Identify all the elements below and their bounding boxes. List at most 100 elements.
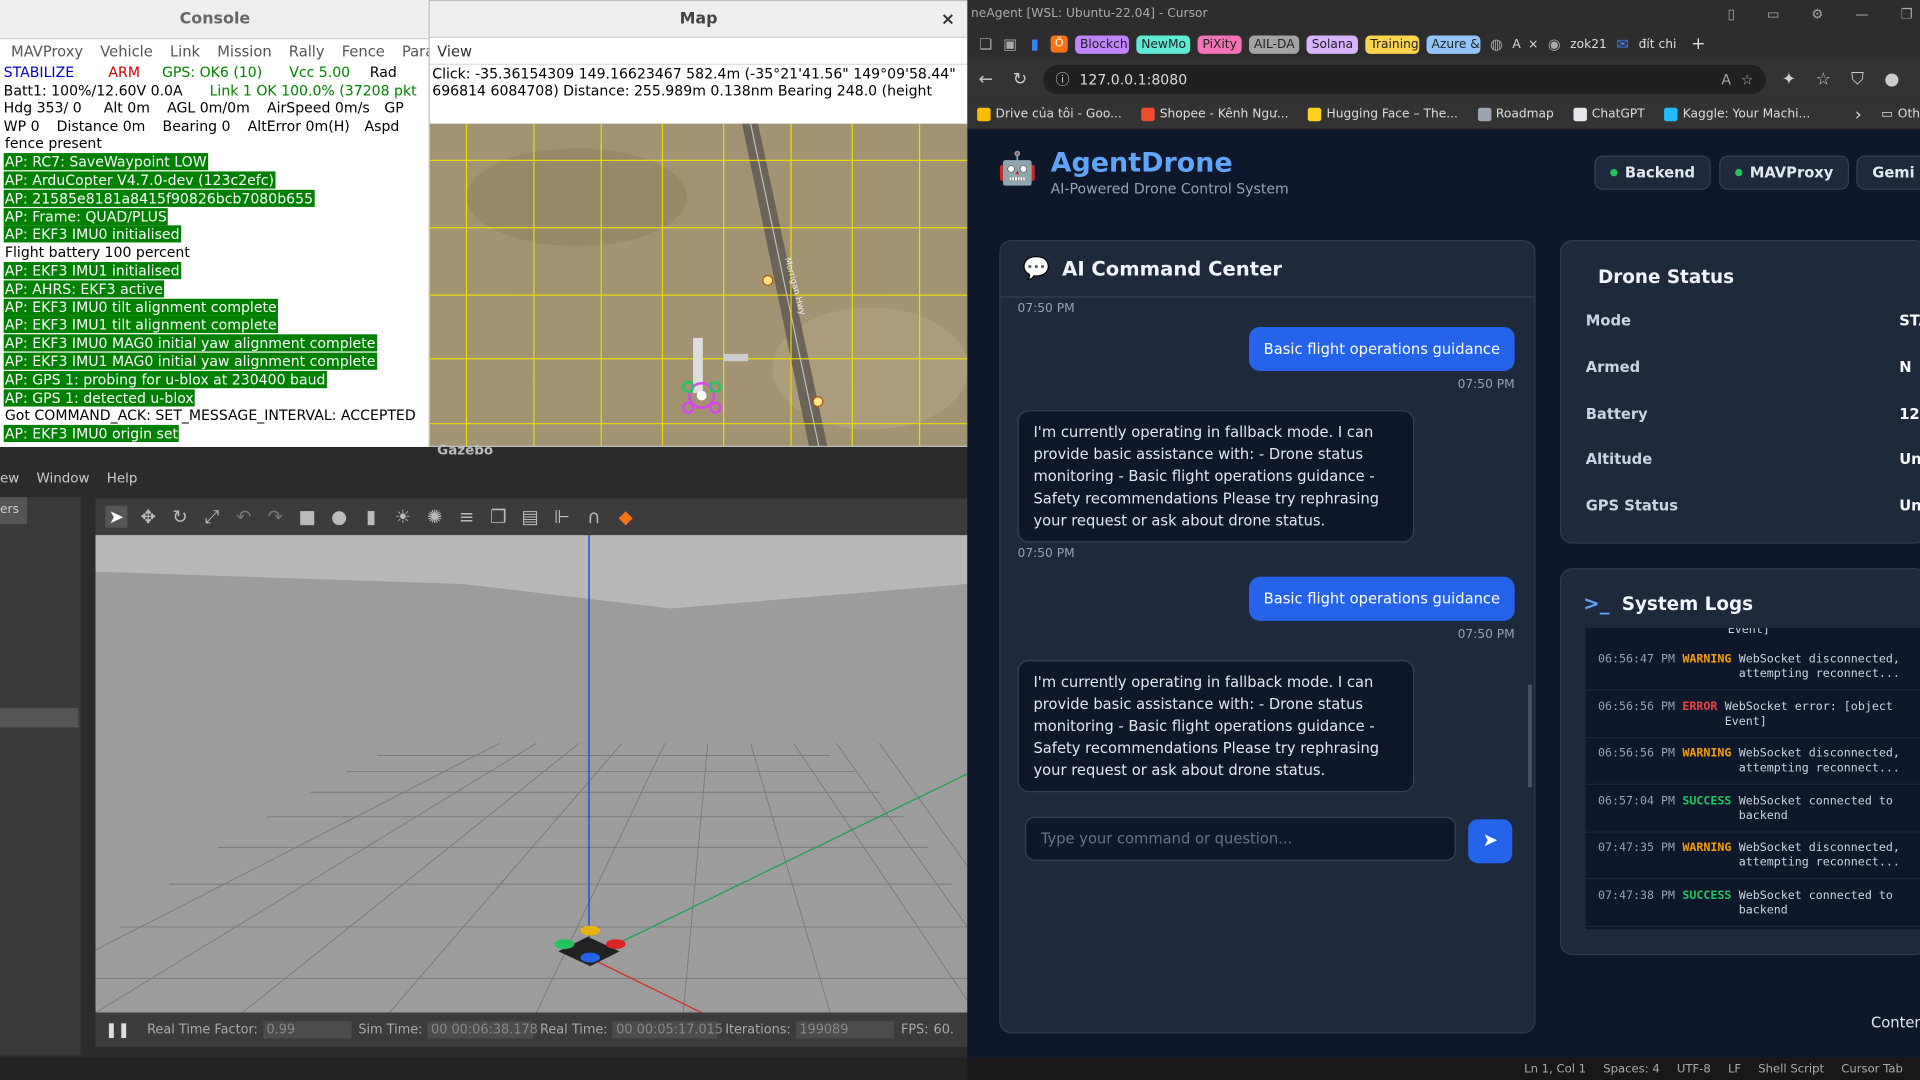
align-icon[interactable]: ⊩ bbox=[551, 506, 573, 528]
directional-light-icon[interactable]: ≡ bbox=[456, 506, 478, 528]
shield-icon[interactable]: ⛉ bbox=[1847, 70, 1869, 90]
change-view-icon[interactable]: ◆ bbox=[615, 506, 637, 528]
console-menu-item[interactable]: Link bbox=[170, 43, 200, 60]
globe-icon[interactable]: ◍ bbox=[1488, 36, 1505, 53]
scale-icon[interactable]: ⤢ bbox=[201, 506, 223, 528]
status-label: Mode bbox=[1585, 312, 1631, 330]
status-row: Mode STABILIZ bbox=[1586, 312, 1920, 329]
box-shape-icon[interactable]: ■ bbox=[296, 506, 318, 528]
restore-icon[interactable]: ❐ bbox=[1901, 0, 1913, 29]
bookmark-item[interactable]: Roadmap bbox=[1477, 107, 1554, 122]
console-status-field: WP 0 bbox=[3, 117, 40, 135]
tab-sidebar-icon[interactable]: ▣ bbox=[1002, 36, 1019, 53]
console-menu-item[interactable]: Para bbox=[402, 43, 430, 60]
paste-icon[interactable]: ▤ bbox=[519, 506, 541, 528]
console-message-log: fence present AP: RC7: SaveWaypoint LOW AP… bbox=[0, 135, 430, 443]
bookmarks-more-chevron-icon[interactable]: › bbox=[1855, 105, 1862, 125]
map-menu-view[interactable]: View bbox=[429, 38, 968, 65]
redo-icon[interactable]: ↷ bbox=[264, 506, 286, 528]
cylinder-shape-icon[interactable]: ▮ bbox=[360, 506, 382, 528]
tab-group[interactable]: Blockch bbox=[1075, 34, 1129, 54]
statusbar-item[interactable]: Ln 1, Col 1 bbox=[1524, 1062, 1586, 1075]
command-input[interactable] bbox=[1024, 816, 1456, 861]
statusbar-item[interactable]: LF bbox=[1728, 1062, 1741, 1075]
gazebo-3d-viewport[interactable] bbox=[95, 535, 968, 1013]
bookmark-item[interactable]: Drive của tôi - Goo... bbox=[977, 107, 1122, 122]
tab-collections-icon[interactable]: ❏ bbox=[977, 36, 994, 53]
gazebo-menu-help[interactable]: Help bbox=[107, 470, 138, 486]
close-icon[interactable]: × bbox=[941, 1, 955, 38]
sidebar-toggle-icon[interactable]: ▯ bbox=[1728, 0, 1735, 29]
tab-github[interactable]: zok21 bbox=[1570, 37, 1607, 50]
content-button[interactable]: Conten bbox=[1871, 1014, 1920, 1031]
url-text[interactable]: 127.0.0.1:8080 bbox=[1079, 71, 1187, 88]
map-click-info: Click: -35.36154309 149.16623467 582.4m … bbox=[432, 64, 956, 83]
favorites-icon[interactable]: ☆ bbox=[1812, 70, 1834, 90]
gazebo-menu-window[interactable]: Window bbox=[36, 470, 89, 486]
info-icon[interactable]: ⓘ bbox=[1056, 70, 1070, 90]
tab-group[interactable]: Training bbox=[1365, 34, 1420, 54]
copy-icon[interactable]: ❐ bbox=[487, 506, 509, 528]
other-bookmarks[interactable]: ▭ Oth bbox=[1881, 108, 1920, 121]
new-tab-button[interactable]: + bbox=[1691, 34, 1705, 54]
mavproxy-status-pill[interactable]: MAVProxy bbox=[1719, 155, 1850, 190]
console-message-text: AP: EKF3 IMU1 tilt alignment complete bbox=[3, 316, 278, 334]
bookmark-item[interactable]: Shopee - Kênh Ngư... bbox=[1141, 107, 1289, 122]
github-icon[interactable]: ◉ bbox=[1546, 36, 1563, 53]
tab-blue-icon[interactable]: ▮ bbox=[1026, 36, 1043, 53]
bookmark-item[interactable]: Kaggle: Your Machi... bbox=[1664, 107, 1810, 122]
select-arrow-icon[interactable]: ➤ bbox=[105, 505, 128, 528]
statusbar-item[interactable]: Cursor Tab bbox=[1841, 1062, 1903, 1075]
console-menu-item[interactable]: Mission bbox=[217, 43, 271, 60]
address-bar[interactable]: ⓘ 127.0.0.1:8080 A ☆ bbox=[1043, 64, 1766, 95]
bookmark-item[interactable]: Hugging Face – The... bbox=[1308, 107, 1458, 122]
panel-toggle-icon[interactable]: ▭ bbox=[1767, 0, 1780, 29]
back-arrow-icon[interactable]: ← bbox=[975, 70, 997, 90]
log-list[interactable]: Event] 06:56:47 PM WARNING WebSocket disco… bbox=[1585, 628, 1920, 930]
send-button[interactable]: ➤ bbox=[1468, 819, 1513, 864]
chat-header: 💬 AI Command Center bbox=[1000, 241, 1535, 298]
tab-group[interactable]: NewMo bbox=[1136, 34, 1191, 54]
tab-orange-icon[interactable]: Ö bbox=[1050, 35, 1068, 53]
undo-icon[interactable]: ↶ bbox=[233, 506, 255, 528]
pause-button[interactable]: ❚❚ bbox=[105, 1021, 130, 1038]
snap-icon[interactable]: ∩ bbox=[583, 506, 605, 528]
console-menu-item[interactable]: MAVProxy bbox=[11, 43, 83, 60]
profile-avatar-icon[interactable]: ● bbox=[1881, 70, 1903, 90]
console-menu-item[interactable]: Fence bbox=[342, 43, 385, 60]
minimize-icon[interactable]: — bbox=[1855, 0, 1868, 29]
map-satellite-view[interactable]: Morrigan Hwy bbox=[429, 123, 969, 447]
extensions-icon[interactable]: ✦ bbox=[1778, 70, 1800, 90]
tab-other[interactable]: đít chi bbox=[1639, 37, 1677, 50]
messenger-icon[interactable]: ✉ bbox=[1614, 36, 1631, 53]
bookmark-item[interactable]: ChatGPT bbox=[1573, 107, 1645, 122]
settings-gear-icon[interactable]: ⚙ bbox=[1811, 0, 1823, 29]
point-light-icon[interactable]: ☀ bbox=[392, 506, 414, 528]
tab-group[interactable]: AIL-DA bbox=[1249, 34, 1300, 54]
console-menu-item[interactable]: Rally bbox=[289, 43, 325, 60]
statusbar-item[interactable]: UTF-8 bbox=[1677, 1062, 1711, 1075]
tab-close-icon[interactable]: × bbox=[1528, 37, 1538, 50]
console-menu-item[interactable]: Vehicle bbox=[100, 43, 153, 60]
chat-scrollbar[interactable] bbox=[1528, 684, 1532, 788]
statusbar-item[interactable]: Spaces: 4 bbox=[1603, 1062, 1660, 1075]
tab-group[interactable]: PiXity bbox=[1197, 34, 1242, 54]
backend-status-pill[interactable]: Backend bbox=[1594, 155, 1711, 190]
sphere-shape-icon[interactable]: ● bbox=[328, 506, 350, 528]
rotate-icon[interactable]: ↻ bbox=[169, 506, 191, 528]
tab-group[interactable]: Solana bbox=[1306, 34, 1359, 54]
bookmark-label: ChatGPT bbox=[1591, 107, 1645, 122]
translate-icon[interactable]: ✥ bbox=[137, 506, 159, 528]
statusbar-item[interactable]: Shell Script bbox=[1758, 1062, 1824, 1075]
chat-messages[interactable]: 07:50 PM Basic flight operations guidanc… bbox=[1000, 298, 1534, 802]
gazebo-left-selection[interactable] bbox=[0, 707, 79, 728]
gazebo-menu-view[interactable]: ew bbox=[0, 470, 19, 486]
favorite-star-icon[interactable]: ☆ bbox=[1741, 71, 1754, 88]
read-aloud-icon[interactable]: A bbox=[1721, 71, 1731, 88]
reload-icon[interactable]: ↻ bbox=[1009, 70, 1031, 90]
gemini-status-pill[interactable]: Gemi bbox=[1856, 155, 1920, 190]
gazebo-layers-tab[interactable]: ers bbox=[0, 497, 27, 525]
tab-group[interactable]: Azure & bbox=[1426, 34, 1481, 54]
spot-light-icon[interactable]: ✺ bbox=[424, 506, 446, 528]
active-tab-title[interactable]: A bbox=[1512, 37, 1520, 50]
